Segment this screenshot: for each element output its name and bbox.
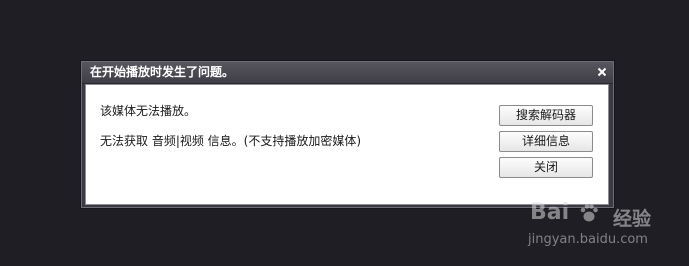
close-icon[interactable] [595, 65, 609, 79]
watermark-logo-text: Bai [530, 200, 570, 225]
watermark-url: jingyan.baidu.com [528, 232, 648, 247]
search-decoder-button[interactable]: 搜索解码器 [499, 105, 593, 126]
dialog-content: 该媒体无法播放。 无法获取 音频|视频 信息。(不支持播放加密媒体) 搜索解码器… [85, 84, 609, 205]
baidu-jingyan-watermark: Bai 经验 jingyan.baidu.com [528, 200, 678, 260]
watermark-jingyan-text: 经验 [613, 208, 652, 230]
close-button[interactable]: 关闭 [499, 157, 593, 178]
paw-icon [578, 202, 600, 224]
dialog-title: 在开始播放时发生了问题。 [90, 65, 235, 79]
error-dialog: 在开始播放时发生了问题。 该媒体无法播放。 无法获取 音频|视频 信息。(不支持… [81, 61, 614, 208]
error-message-detail: 无法获取 音频|视频 信息。(不支持播放加密媒体) [100, 134, 362, 148]
dialog-titlebar[interactable]: 在开始播放时发生了问题。 [82, 62, 613, 84]
details-button[interactable]: 详细信息 [499, 131, 593, 152]
error-message-primary: 该媒体无法播放。 [100, 104, 197, 118]
